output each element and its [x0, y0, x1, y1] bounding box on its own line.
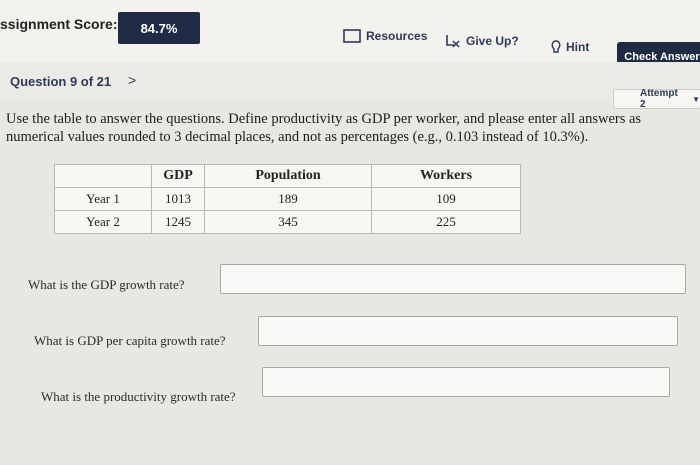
hint-label: Hint	[566, 40, 590, 54]
table-cell: 345	[204, 210, 372, 234]
next-question-chevron[interactable]: >	[128, 72, 136, 88]
chevron-down-icon: ▼	[692, 94, 700, 104]
table-header-cell: GDP	[151, 164, 205, 188]
give-up-button[interactable]: Give Up?	[445, 34, 519, 48]
gdp-per-capita-growth-input[interactable]	[258, 316, 678, 346]
table-header-cell	[54, 164, 152, 188]
folder-icon	[343, 28, 361, 43]
attempt-label: Attempt 2	[640, 88, 678, 110]
table-cell: 225	[371, 210, 521, 234]
table-row: Year 2 1245 345 225	[54, 210, 521, 234]
table-cell: 189	[204, 187, 372, 211]
resources-label: Resources	[366, 28, 428, 43]
table-row: Year 1 1013 189 109	[54, 187, 521, 211]
table-cell: 1013	[151, 187, 205, 211]
gdp-per-capita-growth-prompt: What is GDP per capita growth rate?	[34, 333, 226, 348]
table-cell: 1245	[151, 210, 205, 234]
assignment-score-label: ssignment Score:	[0, 16, 118, 32]
productivity-growth-prompt: What is the productivity growth rate?	[41, 389, 236, 404]
function-icon	[445, 34, 461, 48]
table-header-row: GDP Population Workers	[54, 164, 521, 188]
table-header-cell: Workers	[371, 164, 521, 188]
hint-button[interactable]: Hint	[551, 40, 589, 54]
table-cell: Year 2	[54, 210, 152, 234]
table-header-cell: Population	[204, 164, 372, 188]
gdp-growth-prompt: What is the GDP growth rate?	[28, 277, 185, 292]
attempt-dropdown[interactable]: Attempt 2 ▼	[613, 88, 700, 110]
question-number-label: Question 9 of 21	[10, 74, 112, 89]
gdp-growth-input[interactable]	[220, 264, 686, 294]
data-table: GDP Population Workers Year 1 1013 189 1…	[54, 164, 521, 234]
productivity-growth-input[interactable]	[262, 367, 670, 397]
question-instructions: Use the table to answer the questions. D…	[6, 111, 642, 145]
give-up-label: Give Up?	[466, 34, 519, 48]
lightbulb-icon	[551, 40, 561, 54]
resources-button[interactable]: Resources	[343, 28, 427, 43]
table-cell: 109	[371, 187, 521, 211]
table-cell: Year 1	[54, 187, 152, 211]
assignment-score-badge: 84.7%	[118, 12, 200, 44]
